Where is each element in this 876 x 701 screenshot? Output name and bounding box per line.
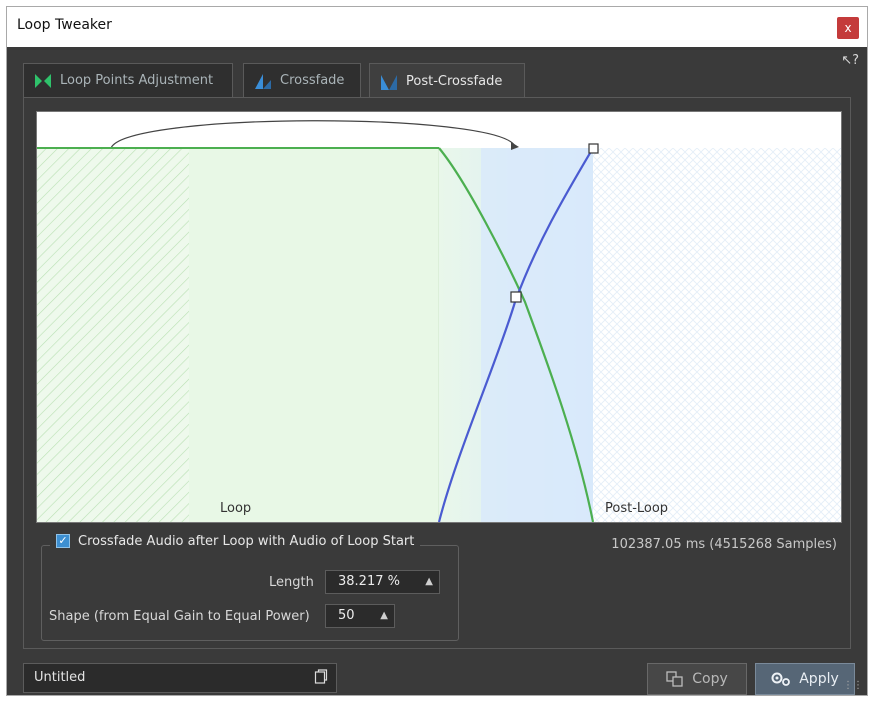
resize-grip-icon[interactable]: ⋮⋮ <box>843 680 863 691</box>
preset-name-value: Untitled <box>34 670 86 685</box>
spin-arrows-icon[interactable]: ▲ <box>380 605 388 627</box>
loop-region <box>189 148 439 522</box>
fade-mid-handle[interactable] <box>510 291 522 303</box>
close-button[interactable]: x <box>837 17 859 39</box>
copy-button[interactable]: Copy <box>647 663 747 695</box>
crossfade-graph[interactable] <box>37 112 841 522</box>
tab-label: Crossfade <box>280 73 345 88</box>
preset-menu-icon[interactable] <box>314 669 328 685</box>
copy-label: Copy <box>692 671 728 687</box>
shape-value: 50 <box>338 608 355 623</box>
duration-readout: 102387.05 ms (4515268 Samples) <box>611 537 837 552</box>
crossfade-plot[interactable]: Loop Post-Loop <box>36 111 842 523</box>
fade-end-handle[interactable] <box>588 143 599 154</box>
length-value: 38.217 % <box>338 574 400 589</box>
window-title: Loop Tweaker <box>17 17 112 33</box>
loop-points-icon <box>35 73 51 88</box>
loop-label: Loop <box>220 501 252 516</box>
title-bar: Loop Tweaker x <box>7 7 867 47</box>
preset-name-field[interactable]: Untitled <box>23 663 337 693</box>
crossfade-checkbox-label: Crossfade Audio after Loop with Audio of… <box>78 533 415 549</box>
tab-post-crossfade[interactable]: Post-Crossfade <box>369 63 525 99</box>
length-spinbox[interactable]: 38.217 % ▲ <box>325 570 440 594</box>
copy-icon <box>666 671 683 687</box>
shape-label: Shape (from Equal Gain to Equal Power) <box>49 609 310 624</box>
crossfade-checkbox[interactable]: ✓ Crossfade Audio after Loop with Audio … <box>50 530 421 552</box>
post-loop-region <box>593 148 841 522</box>
tab-crossfade[interactable]: Crossfade <box>243 63 361 97</box>
tab-label: Loop Points Adjustment <box>60 73 214 88</box>
apply-button[interactable]: Apply <box>755 663 855 695</box>
post-loop-label: Post-Loop <box>605 501 669 516</box>
loop-arrow <box>110 120 516 149</box>
crossfade-icon <box>255 73 271 89</box>
spin-arrows-icon[interactable]: ▲ <box>425 571 433 593</box>
checkbox-check-icon[interactable]: ✓ <box>56 534 70 548</box>
length-label: Length <box>269 575 314 590</box>
shape-spinbox[interactable]: 50 ▲ <box>325 604 395 628</box>
gears-icon <box>771 672 791 686</box>
post-crossfade-icon <box>381 74 397 90</box>
tab-label: Post-Crossfade <box>406 74 503 89</box>
apply-label: Apply <box>799 671 839 687</box>
pre-loop-region <box>37 148 189 522</box>
help-icon[interactable]: ↖? <box>841 53 859 68</box>
tab-loop-points-adjustment[interactable]: Loop Points Adjustment <box>23 63 233 97</box>
loop-tweaker-window: Loop Tweaker x ↖? Loop Points Adjustment… <box>6 6 868 696</box>
